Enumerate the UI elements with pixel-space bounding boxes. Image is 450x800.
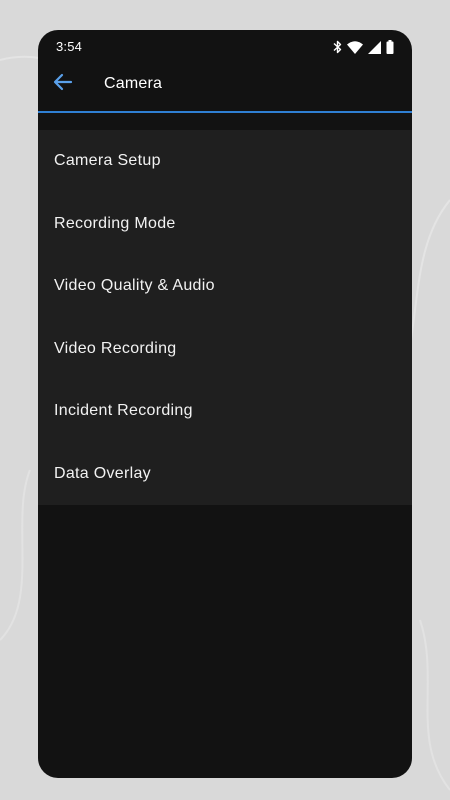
- status-icons: [333, 39, 394, 55]
- app-bar-divider: [38, 111, 412, 113]
- status-bar: 3:54: [38, 30, 412, 64]
- menu-item-video-quality-audio[interactable]: Video Quality & Audio: [38, 255, 412, 318]
- menu-item-video-recording[interactable]: Video Recording: [38, 318, 412, 381]
- bluetooth-icon: [333, 40, 342, 54]
- arrow-back-icon: [53, 73, 73, 96]
- menu-item-label: Camera Setup: [54, 152, 161, 170]
- cell-signal-icon: [368, 40, 381, 54]
- menu-item-label: Recording Mode: [54, 214, 176, 232]
- menu-item-label: Video Recording: [54, 339, 177, 357]
- menu-item-label: Data Overlay: [54, 464, 151, 482]
- menu-item-label: Video Quality & Audio: [54, 277, 215, 295]
- back-button[interactable]: [48, 69, 78, 99]
- menu-item-camera-setup[interactable]: Camera Setup: [38, 130, 412, 193]
- battery-icon: [386, 40, 394, 54]
- menu-item-recording-mode[interactable]: Recording Mode: [38, 193, 412, 256]
- menu-item-label: Incident Recording: [54, 402, 193, 420]
- menu-item-data-overlay[interactable]: Data Overlay: [38, 443, 412, 506]
- app-bar: Camera: [38, 64, 412, 111]
- wifi-icon: [347, 40, 363, 54]
- status-time: 3:54: [56, 39, 83, 54]
- page-title: Camera: [104, 75, 163, 92]
- phone-screen: 3:54 Camera Camera Setup Recording Mode …: [38, 30, 412, 778]
- settings-menu: Camera Setup Recording Mode Video Qualit…: [38, 130, 412, 505]
- menu-item-incident-recording[interactable]: Incident Recording: [38, 380, 412, 443]
